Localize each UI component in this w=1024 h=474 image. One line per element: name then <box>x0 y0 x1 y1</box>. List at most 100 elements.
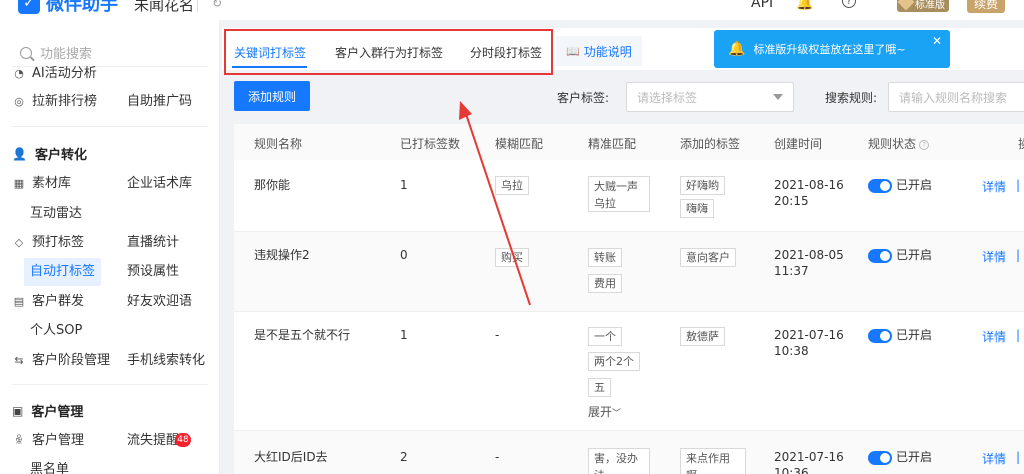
rule-name: 大红ID后ID去 <box>254 450 328 464</box>
added-tag-line: 来点作用 <box>686 452 730 465</box>
sidebar-item-khgl[interactable]: ꆜ 客户管理 <box>12 427 84 455</box>
created-time: 20:15 <box>774 194 809 208</box>
status-toggle[interactable] <box>868 451 892 465</box>
tag-select-placeholder: 请选择标签 <box>637 90 698 105</box>
sidebar-divider <box>12 126 208 127</box>
ops-link-partial[interactable]: | <box>1016 178 1020 192</box>
exact-tag-line: 乌拉 <box>594 197 616 210</box>
document-icon: ▤ <box>13 295 25 308</box>
sidebar-item-khqf[interactable]: ▤ 客户群发 <box>12 288 84 316</box>
sidebar: 功能搜索 ◔ AI活动分析 ◎ 拉新排行榜 自助推广码 👤 客户转化 ▦ 素材库 企业话… <box>0 20 220 474</box>
info-icon[interactable]: ? <box>919 140 930 150</box>
tag-select[interactable]: 请选择标签 <box>626 82 794 112</box>
highlight-box <box>224 29 553 75</box>
detail-link[interactable]: 详情 <box>982 248 1006 265</box>
sidebar-item-hmd[interactable]: 黑名单 <box>30 456 69 474</box>
expand-link[interactable]: 展开﹀ <box>588 403 621 423</box>
top-header: ✓ 微伴助手 未闻花名 ↻ API 🔔 ? 标准版 续费 <box>0 0 1024 20</box>
exact-tag: 大贼一声 乌拉 <box>588 176 650 212</box>
fuzzy-tag: 购买 <box>495 248 529 267</box>
gem-icon <box>897 0 915 11</box>
refresh-icon[interactable]: ↻ <box>212 0 222 10</box>
added-tag: 嗨嗨 <box>680 199 714 218</box>
ops-link-partial[interactable]: | <box>1016 450 1020 464</box>
sidebar-item-lstx[interactable]: 流失提醒 <box>127 427 179 455</box>
exact-tag: 两个2个 <box>588 352 640 371</box>
sidebar-item-zbtj[interactable]: 直播统计 <box>127 229 179 257</box>
col-added: 添加的标签 <box>680 137 741 151</box>
sidebar-item-qyhsk[interactable]: 企业话术库 <box>127 170 192 198</box>
sidebar-item-sjxszh[interactable]: 手机线索转化 <box>127 347 205 375</box>
lstx-count-badge: 48 <box>175 433 191 447</box>
rule-name: 那你能 <box>254 178 291 192</box>
sidebar-item-zztgm[interactable]: 自助推广码 <box>127 88 192 116</box>
created-time: 10:38 <box>774 344 809 358</box>
tip-text: 标准版升级权益放在这里了哦~ <box>753 43 906 56</box>
sidebar-item-grsop[interactable]: 个人SOP <box>30 317 82 345</box>
upgrade-tip[interactable]: 🔔 标准版升级权益放在这里了哦~ ✕ <box>714 30 950 68</box>
sidebar-item-zddbq[interactable]: 自动打标签 <box>24 258 102 286</box>
tip-bell-icon: 🔔 <box>728 41 746 57</box>
added-tag: 来点作用啊 <box>680 448 746 474</box>
sidebar-item-yssx[interactable]: 预设属性 <box>127 258 179 286</box>
sidebar-item-lxphb[interactable]: ◎ 拉新排行榜 <box>12 88 97 116</box>
col-status-label: 规则状态 <box>868 137 917 151</box>
sidebar-item-ydbq[interactable]: ◇ 预打标签 <box>12 229 84 257</box>
edition-badge[interactable]: 标准版 <box>897 0 949 12</box>
detail-link[interactable]: 详情 <box>982 328 1006 345</box>
org-name[interactable]: 未闻花名 <box>134 0 194 15</box>
api-link[interactable]: API <box>751 0 773 11</box>
detail-link[interactable]: 详情 <box>982 178 1006 195</box>
rule-count: 0 <box>400 248 408 262</box>
tag-icon: ◇ <box>14 236 24 249</box>
status-toggle[interactable] <box>868 179 892 193</box>
sidebar-item-khjdgl[interactable]: ⇆ 客户阶段管理 <box>12 347 110 375</box>
sidebar-item-ai-analysis[interactable]: ◔ AI活动分析 <box>12 66 97 82</box>
rule-search-input[interactable]: 请输入规则名称搜索 <box>888 82 1024 112</box>
col-created: 创建时间 <box>774 137 823 151</box>
renew-button[interactable]: 续费 <box>967 0 1006 13</box>
sidebar-item-label: 自助推广码 <box>127 94 193 109</box>
sidebar-item-label: 客户阶段管理 <box>32 353 111 368</box>
exact-tag-line: 大贼一声 <box>594 180 638 193</box>
search-placeholder: 功能搜索 <box>40 47 93 62</box>
tag-filter-label: 客户标签: <box>557 91 610 105</box>
status-toggle[interactable] <box>868 249 892 263</box>
sidebar-item-label: 黑名单 <box>30 462 70 474</box>
section-title: 客户管理 <box>31 405 84 420</box>
created-time: 10:36 <box>774 466 809 474</box>
sidebar-item-label: 直播统计 <box>127 235 180 250</box>
sidebar-item-sck[interactable]: ▦ 素材库 <box>12 170 71 198</box>
rule-count: 1 <box>400 178 408 192</box>
sidebar-item-label: 拉新排行榜 <box>32 94 98 109</box>
sidebar-item-label: 客户群发 <box>32 294 85 309</box>
col-name: 规则名称 <box>254 137 303 151</box>
exact-tag: 费用 <box>588 274 622 293</box>
sidebar-divider <box>12 384 208 385</box>
ops-link-partial[interactable]: | <box>1016 248 1020 262</box>
brand[interactable]: ✓ 微伴助手 <box>18 0 118 16</box>
exact-tag: 五 <box>588 378 611 397</box>
grid-icon: ▦ <box>13 177 25 190</box>
added-tag: 意向客户 <box>680 248 736 267</box>
location-icon: ◎ <box>14 95 24 108</box>
add-rule-button[interactable]: 添加规则 <box>234 81 310 111</box>
ops-link-partial[interactable]: | <box>1016 328 1020 342</box>
sidebar-item-label: 个人SOP <box>30 323 83 338</box>
exact-tag: 一个 <box>588 327 622 346</box>
brand-logo-icon: ✓ <box>18 0 40 14</box>
sidebar-item-hdld[interactable]: 互动雷达 <box>30 200 82 228</box>
section-customer-conversion: 👤 客户转化 <box>12 144 87 164</box>
status-toggle[interactable] <box>868 329 892 343</box>
function-description-button[interactable]: 📖 功能说明 <box>556 36 642 66</box>
users-icon: ꆜ <box>14 434 24 447</box>
status-text: 已开启 <box>896 178 933 192</box>
sidebar-item-hyhyy[interactable]: 好友欢迎语 <box>127 288 192 316</box>
function-search[interactable]: 功能搜索 <box>20 43 92 62</box>
detail-link[interactable]: 详情 <box>982 450 1006 467</box>
sidebar-item-label: 好友欢迎语 <box>127 294 193 309</box>
close-icon[interactable]: ✕ <box>932 34 942 48</box>
sidebar-item-label: 素材库 <box>32 176 72 191</box>
help-icon[interactable]: ? <box>842 0 856 8</box>
notification-bell-icon[interactable]: 🔔 <box>796 0 813 11</box>
